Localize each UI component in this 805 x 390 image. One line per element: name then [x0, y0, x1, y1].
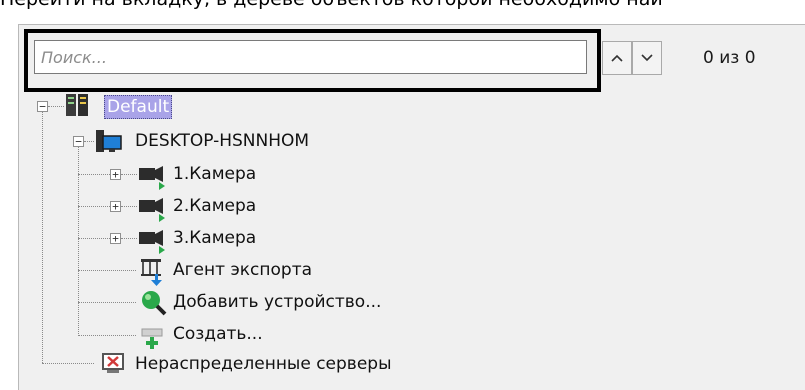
instruction-text: Перейти на вкладку, в дереве объектов ко… — [0, 0, 805, 11]
tree-connector — [42, 363, 94, 364]
tree-connector — [121, 206, 137, 207]
tree-expander-server[interactable]: − — [73, 136, 84, 147]
tree-expander-default[interactable]: − — [37, 101, 48, 112]
tree-node-add-device[interactable]: Добавить устройство... — [173, 291, 381, 313]
tree-expander-camera-2[interactable]: + — [110, 201, 121, 212]
unassigned-servers-icon — [102, 353, 124, 373]
camera-icon — [139, 230, 165, 254]
tree-connector — [121, 238, 137, 239]
tree-node-export-agent[interactable]: Агент экспорта — [173, 259, 312, 281]
computer-server-icon — [96, 130, 122, 152]
camera-icon — [139, 198, 165, 222]
tree-connector — [78, 206, 110, 207]
add-device-search-icon — [142, 291, 167, 316]
export-agent-icon — [141, 259, 162, 286]
tree-connector — [84, 141, 94, 142]
tree-connector — [78, 302, 136, 303]
tree-connector — [48, 106, 64, 107]
tree-expander-camera-3[interactable]: + — [110, 233, 121, 244]
camera-icon — [139, 166, 165, 190]
tree-connector — [121, 174, 137, 175]
tree-expander-camera-1[interactable]: + — [110, 169, 121, 180]
tree-node-camera-3[interactable]: 3.Камера — [173, 227, 256, 249]
tree-connector — [42, 111, 43, 363]
tree-connector — [78, 335, 136, 336]
tree-connector — [78, 238, 110, 239]
server-rack-icon — [66, 94, 88, 116]
tree-node-server[interactable]: DESKTOP-HSNNHOM — [135, 130, 309, 152]
tree-node-unassigned-servers[interactable]: Нераспределенные серверы — [135, 353, 392, 375]
tree-node-camera-1[interactable]: 1.Камера — [173, 163, 256, 185]
create-icon — [141, 328, 163, 349]
object-tree-panel: 0 из 0 − Default − — [18, 24, 805, 390]
object-tree: − Default − DESKTOP-HSNNHOM + 1.Камера + — [19, 25, 805, 390]
tree-node-default[interactable]: Default — [104, 95, 173, 119]
tree-node-camera-2[interactable]: 2.Камера — [173, 195, 256, 217]
tree-connector — [78, 270, 136, 271]
tree-node-create[interactable]: Создать... — [173, 323, 263, 345]
tree-connector — [78, 174, 110, 175]
